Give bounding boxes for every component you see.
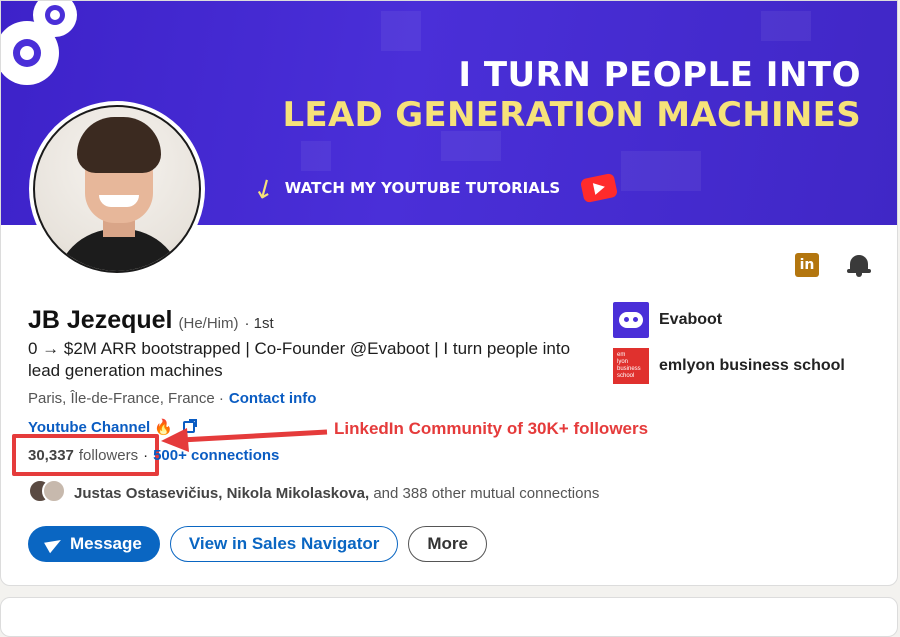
send-icon xyxy=(46,536,62,552)
company-evaboot[interactable]: Evaboot xyxy=(613,302,845,338)
gear-icon xyxy=(33,1,77,37)
banner-headline-line2: LEAD GENERATION MACHINES xyxy=(282,95,861,135)
profile-headline: 0 → $2M ARR bootstrapped | Co-Founder @E… xyxy=(28,339,571,380)
mutual-names: Justas Ostasevičius, Nikola Mikolaskova, xyxy=(74,484,370,502)
connection-degree: · 1st xyxy=(244,315,274,332)
profile-companies: Evaboot em lyon business school emlyon b… xyxy=(613,302,845,384)
profile-pronouns: (He/Him) xyxy=(178,315,239,332)
linkedin-icon[interactable]: in xyxy=(795,253,819,277)
more-button-label: More xyxy=(427,534,468,553)
arrow-icon: ↙ xyxy=(246,169,281,207)
company-emlyon[interactable]: em lyon business school emlyon business … xyxy=(613,348,845,384)
profile-name-row: JB Jezequel (He/Him) · 1st xyxy=(28,306,274,335)
profile-name: JB Jezequel xyxy=(28,306,173,334)
avatar xyxy=(42,479,66,503)
mutual-rest: and 388 other mutual connections xyxy=(373,484,600,502)
banner-headline-line1: I TURN PEOPLE INTO xyxy=(458,55,861,95)
more-button[interactable]: More xyxy=(408,526,487,562)
separator: · xyxy=(143,447,149,464)
profile-actions: Message View in Sales Navigator More xyxy=(28,526,487,562)
company-name: Evaboot xyxy=(659,311,723,328)
annotation-arrow xyxy=(161,428,328,452)
followers-count: 30,337 xyxy=(28,447,74,464)
profile-location-row: Paris, Île-de-France, France · Contact i… xyxy=(28,390,316,407)
profile-avatar[interactable] xyxy=(29,101,205,277)
mutual-connections-row[interactable]: Justas Ostasevičius, Nikola Mikolaskova,… xyxy=(28,479,599,507)
company-name: emlyon business school xyxy=(659,357,845,374)
banner-youtube-cta: ↙ WATCH MY YOUTUBE TUTORIALS xyxy=(247,170,619,206)
sales-navigator-button-label: View in Sales Navigator xyxy=(188,534,380,553)
mutual-avatars xyxy=(28,479,66,507)
contact-info-link[interactable]: Contact info xyxy=(229,390,317,407)
message-button-label: Message xyxy=(70,534,142,553)
emlyon-logo: em lyon business school xyxy=(613,348,649,384)
profile-top-icons: in xyxy=(795,253,871,277)
next-section-card xyxy=(0,597,898,637)
view-in-sales-navigator-button[interactable]: View in Sales Navigator xyxy=(169,526,399,562)
profile-location: Paris, Île-de-France, France · xyxy=(28,390,224,407)
bell-icon[interactable] xyxy=(847,253,871,277)
message-button[interactable]: Message xyxy=(28,526,160,562)
followers-label: followers xyxy=(78,447,139,464)
banner-cta-text: WATCH MY YOUTUBE TUTORIALS xyxy=(284,179,561,197)
annotation-text: LinkedIn Community of 30K+ followers xyxy=(334,419,649,438)
evaboot-logo xyxy=(613,302,649,338)
profile-card: I TURN PEOPLE INTO LEAD GENERATION MACHI… xyxy=(0,0,898,586)
youtube-play-icon xyxy=(580,172,619,204)
